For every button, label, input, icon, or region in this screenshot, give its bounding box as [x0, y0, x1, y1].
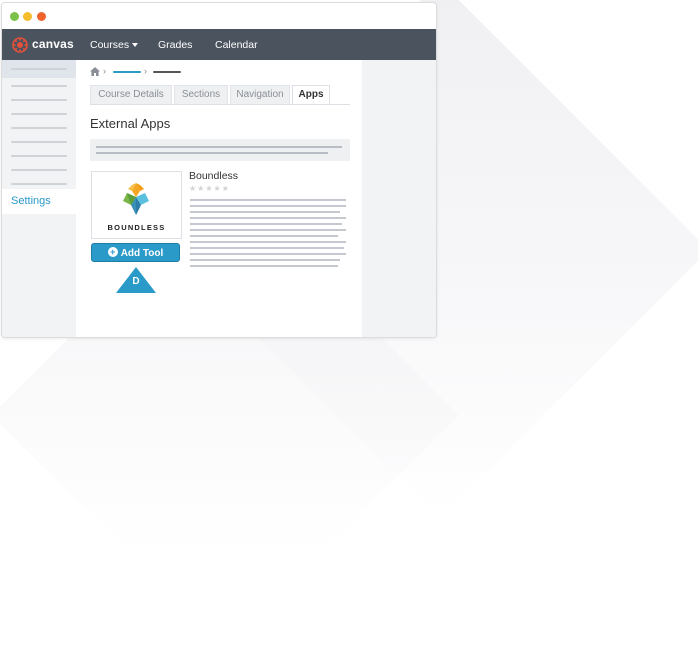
app-logo-wordmark: BOUNDLESS	[107, 223, 166, 232]
boundless-logo-icon	[123, 183, 149, 215]
text-placeholder	[190, 205, 346, 207]
breadcrumb-link[interactable]	[113, 71, 141, 73]
sidebar-item-placeholder	[11, 68, 67, 70]
tab-apps[interactable]: Apps	[292, 85, 330, 105]
rating-stars: ★★★★★	[189, 184, 230, 193]
annotation-marker-label: D	[132, 276, 140, 287]
sidebar-item-placeholder[interactable]	[11, 99, 67, 101]
right-side-panel	[362, 60, 436, 337]
window-titlebar	[2, 3, 436, 29]
tab-course-details[interactable]: Course Details	[90, 85, 172, 104]
add-tool-button[interactable]: + Add Tool	[91, 243, 180, 262]
text-placeholder	[190, 223, 342, 225]
nav-item-label: Courses	[90, 39, 130, 51]
nav-item-grades[interactable]: Grades	[158, 39, 192, 51]
sidebar-item-placeholder[interactable]	[11, 127, 67, 129]
sidebar-item-placeholder[interactable]	[11, 141, 67, 143]
chevron-right-icon: ›	[144, 66, 147, 76]
sidebar-item-placeholder[interactable]	[11, 169, 67, 171]
global-navigation: canvas Courses Grades Calendar	[2, 29, 436, 60]
text-placeholder	[190, 229, 346, 231]
sidebar-item-settings[interactable]: Settings	[2, 189, 76, 214]
text-placeholder	[190, 199, 346, 201]
sidebar-item-label: Settings	[11, 195, 51, 207]
section-description	[90, 139, 350, 161]
nav-item-courses[interactable]: Courses	[90, 39, 139, 51]
sidebar-item-placeholder[interactable]	[11, 113, 67, 115]
plus-circle-icon: +	[107, 247, 118, 258]
app-card-boundless[interactable]: BOUNDLESS	[91, 171, 182, 239]
nav-item-calendar[interactable]: Calendar	[215, 39, 258, 51]
text-placeholder	[190, 247, 344, 249]
course-sidebar: Settings	[2, 60, 76, 337]
text-placeholder	[190, 235, 338, 237]
main-content: › › Course Details Sections Navigation A…	[76, 60, 362, 337]
page-title: External Apps	[90, 116, 171, 131]
add-tool-label: Add Tool	[120, 248, 164, 259]
tab-navigation[interactable]: Navigation	[230, 85, 290, 104]
sidebar-item-placeholder[interactable]	[11, 85, 67, 87]
chevron-down-icon	[132, 43, 139, 48]
app-name[interactable]: Boundless	[189, 170, 238, 182]
sidebar-item-placeholder[interactable]	[11, 183, 67, 185]
sidebar-item-placeholder[interactable]	[11, 155, 67, 157]
breadcrumb-current	[153, 71, 181, 73]
chevron-right-icon: ›	[103, 66, 106, 76]
brand-name: canvas	[32, 37, 74, 51]
tabs-divider	[90, 104, 350, 105]
window-close-button[interactable]	[37, 12, 46, 21]
window-minimize-button[interactable]	[23, 12, 32, 21]
browser-window: canvas Courses Grades Calendar Settings …	[1, 2, 437, 338]
text-placeholder	[190, 265, 338, 267]
canvas-logo-icon[interactable]	[12, 37, 28, 53]
home-icon[interactable]	[90, 67, 100, 76]
text-placeholder	[96, 152, 328, 154]
text-placeholder	[96, 146, 342, 148]
window-maximize-button[interactable]	[10, 12, 19, 21]
text-placeholder	[190, 241, 346, 243]
text-placeholder	[190, 253, 346, 255]
text-placeholder	[190, 211, 340, 213]
tab-sections[interactable]: Sections	[174, 85, 228, 104]
text-placeholder	[190, 259, 340, 261]
text-placeholder	[190, 217, 346, 219]
sidebar-item-active[interactable]	[2, 60, 76, 78]
